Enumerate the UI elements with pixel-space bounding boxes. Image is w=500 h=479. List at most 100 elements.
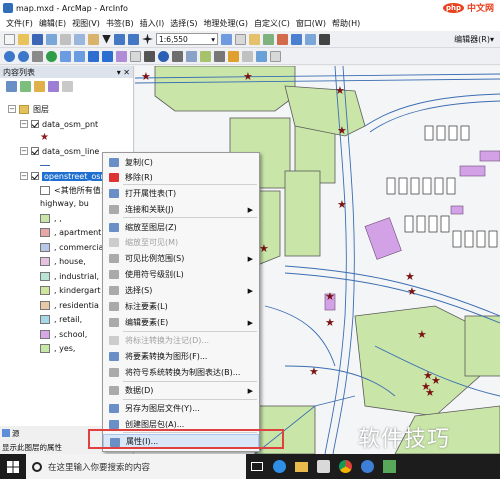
fixed-zoom-out-icon[interactable] bbox=[74, 50, 85, 62]
context-menu-item[interactable]: 将要素转换为图形(F)... bbox=[103, 349, 259, 364]
context-menu-item[interactable]: 标注要素(L) bbox=[103, 299, 259, 314]
menu-geoprocessing[interactable]: 地理处理(G) bbox=[204, 18, 248, 29]
layers-group[interactable]: − 图层 bbox=[8, 102, 49, 116]
select-elements-icon[interactable] bbox=[144, 50, 155, 62]
select-features-icon[interactable] bbox=[116, 50, 127, 62]
search-window-icon[interactable] bbox=[263, 33, 274, 45]
toc-close-icon[interactable]: ▾ ✕ bbox=[117, 68, 130, 77]
toc-window-icon[interactable] bbox=[235, 33, 246, 45]
context-menu-item[interactable]: 连接和关联(J) ▶ bbox=[103, 202, 259, 217]
collapse-icon[interactable]: − bbox=[20, 172, 28, 180]
menu-view[interactable]: 视图(V) bbox=[72, 18, 100, 29]
context-menu-item[interactable]: 移除(R) bbox=[103, 170, 259, 185]
context-menu-item[interactable]: 选择(S) ▶ bbox=[103, 283, 259, 298]
arcmap-taskbar-icon[interactable] bbox=[312, 454, 334, 479]
go-back-icon[interactable] bbox=[88, 50, 99, 62]
pan-icon[interactable] bbox=[32, 50, 43, 62]
save-icon[interactable] bbox=[32, 33, 43, 45]
context-menu-item[interactable]: 打开属性表(T) bbox=[103, 186, 259, 201]
context-menu-item[interactable]: 使用符号级别(L) bbox=[103, 267, 259, 282]
list-by-visibility-icon[interactable] bbox=[34, 81, 45, 92]
context-menu-item[interactable]: 缩放至图层(Z) bbox=[103, 220, 259, 235]
collapse-icon[interactable]: − bbox=[20, 147, 28, 155]
legend-item[interactable]: , industrial, bbox=[40, 269, 99, 283]
hyperlink-icon[interactable] bbox=[228, 50, 239, 62]
legend-item[interactable]: <其他所有值> bbox=[40, 183, 107, 197]
chrome-icon[interactable] bbox=[334, 454, 356, 479]
time-slider-icon[interactable] bbox=[256, 50, 267, 62]
app-icon[interactable] bbox=[378, 454, 400, 479]
file-explorer-icon[interactable] bbox=[290, 454, 312, 479]
legend-item[interactable]: , retail, bbox=[40, 313, 82, 327]
open-icon[interactable] bbox=[18, 33, 29, 45]
delete-icon[interactable] bbox=[102, 34, 111, 44]
find-icon[interactable] bbox=[172, 50, 183, 62]
list-by-selection-icon[interactable] bbox=[48, 81, 59, 92]
legend-item[interactable]: , commercia bbox=[40, 240, 104, 254]
context-menu-item[interactable]: 可见比例范围(S) ▶ bbox=[103, 251, 259, 266]
taskbar-search-box[interactable]: 在这里输入你要搜索的内容 bbox=[26, 454, 246, 479]
layer-visibility-checkbox[interactable] bbox=[31, 172, 39, 180]
collapse-icon[interactable]: − bbox=[20, 120, 28, 128]
identify-icon[interactable] bbox=[158, 50, 169, 62]
catalog-icon[interactable] bbox=[249, 33, 260, 45]
menu-selection[interactable]: 选择(S) bbox=[170, 18, 197, 29]
scale-combo[interactable]: 1:6,550 ▾ bbox=[156, 33, 218, 45]
model-builder-icon[interactable] bbox=[305, 33, 316, 45]
create-viewer-icon[interactable] bbox=[270, 50, 281, 62]
layer-row[interactable]: − data_osm_pnt bbox=[20, 117, 98, 131]
chevron-down-icon[interactable]: ▾ bbox=[211, 35, 215, 44]
cut-icon[interactable] bbox=[60, 33, 71, 45]
layer-row-selected[interactable]: − openstreet_osm bbox=[20, 169, 111, 183]
collapse-icon[interactable]: − bbox=[8, 105, 16, 113]
legend-item[interactable]: , , bbox=[40, 211, 62, 225]
paste-icon[interactable] bbox=[88, 33, 99, 45]
menu-customize[interactable]: 自定义(C) bbox=[254, 18, 290, 29]
context-menu-item[interactable]: 另存为图层文件(Y)... bbox=[103, 401, 259, 416]
menu-bookmarks[interactable]: 书签(B) bbox=[106, 18, 134, 29]
menu-insert[interactable]: 插入(I) bbox=[140, 18, 165, 29]
legend-item[interactable]: , apartment bbox=[40, 226, 101, 240]
measure-icon[interactable] bbox=[214, 50, 225, 62]
list-by-drawing-order-icon[interactable] bbox=[6, 81, 17, 92]
editor-toolbar-icon[interactable] bbox=[221, 33, 232, 45]
layer-row[interactable]: − data_osm_line bbox=[20, 144, 99, 158]
zoom-in-icon[interactable] bbox=[4, 50, 15, 62]
task-view-icon[interactable] bbox=[246, 454, 268, 479]
context-menu-item[interactable]: 复制(C) bbox=[103, 155, 259, 170]
menu-windows[interactable]: 窗口(W) bbox=[296, 18, 326, 29]
undo-icon[interactable] bbox=[114, 33, 125, 45]
context-menu-item[interactable]: 将符号系统转换为制图表达(B)... bbox=[103, 365, 259, 380]
edge-icon[interactable] bbox=[268, 454, 290, 479]
menu-help[interactable]: 帮助(H) bbox=[332, 18, 360, 29]
legend-item[interactable]: , yes, bbox=[40, 342, 75, 356]
context-menu-item[interactable]: 数据(D) ▶ bbox=[103, 383, 259, 398]
fixed-zoom-in-icon[interactable] bbox=[60, 50, 71, 62]
context-menu-item[interactable]: 编辑要素(E) ▶ bbox=[103, 315, 259, 330]
legend-item[interactable]: , school, bbox=[40, 327, 87, 341]
new-icon[interactable] bbox=[4, 33, 15, 45]
copy-icon[interactable] bbox=[74, 33, 85, 45]
zoom-out-icon[interactable] bbox=[18, 50, 29, 62]
windows-start-button[interactable] bbox=[0, 454, 26, 479]
source-tab[interactable]: 源 bbox=[2, 428, 20, 438]
app-icon[interactable] bbox=[356, 454, 378, 479]
legend-item[interactable]: , kindergart bbox=[40, 284, 101, 298]
legend-item[interactable]: , residentia bbox=[40, 298, 99, 312]
menu-edit[interactable]: 编辑(E) bbox=[39, 18, 66, 29]
go-to-xy-icon[interactable] bbox=[200, 50, 211, 62]
list-by-source-icon[interactable] bbox=[20, 81, 31, 92]
legend-item[interactable]: , house, bbox=[40, 255, 86, 269]
help-icon[interactable] bbox=[319, 33, 330, 45]
go-forward-icon[interactable] bbox=[102, 50, 113, 62]
full-extent-icon[interactable] bbox=[46, 50, 57, 62]
layer-visibility-checkbox[interactable] bbox=[31, 120, 39, 128]
clear-selection-icon[interactable] bbox=[130, 50, 141, 62]
print-icon[interactable] bbox=[46, 33, 57, 45]
point-symbol-icon[interactable]: ★ bbox=[40, 130, 49, 144]
find-route-icon[interactable] bbox=[186, 50, 197, 62]
editor-menu[interactable]: 编辑器(R)▾ bbox=[454, 34, 494, 45]
layer-visibility-checkbox[interactable] bbox=[31, 147, 39, 155]
arctoolbox-icon[interactable] bbox=[277, 33, 288, 45]
add-data-icon[interactable] bbox=[142, 33, 153, 45]
